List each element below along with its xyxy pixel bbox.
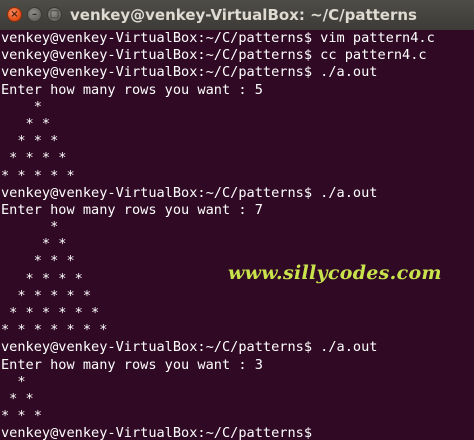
terminal-line: venkey@venkey-VirtualBox:~/C/patterns$ .… xyxy=(1,339,378,356)
terminal-line: Enter how many rows you want : 7 xyxy=(1,201,263,218)
terminal-line: * xyxy=(1,373,26,390)
terminal-line: * * * * * xyxy=(1,167,75,184)
terminal-line: * * * xyxy=(1,133,59,150)
terminal-line: * * xyxy=(1,236,67,253)
title-bar[interactable]: × – □ venkey@venkey-VirtualBox: ~/C/patt… xyxy=(0,0,474,31)
terminal-line: * * * * * xyxy=(1,287,92,304)
terminal-line: * * * xyxy=(1,408,42,425)
terminal-line: * * xyxy=(1,115,51,132)
terminal-line: venkey@venkey-VirtualBox:~/C/patterns$ c… xyxy=(1,47,427,64)
terminal-line: * * * * xyxy=(1,150,67,167)
terminal-output[interactable]: venkey@venkey-VirtualBox:~/C/patterns$ v… xyxy=(0,30,474,440)
terminal-window: × – □ venkey@venkey-VirtualBox: ~/C/patt… xyxy=(0,0,474,440)
terminal-line: venkey@venkey-VirtualBox:~/C/patterns$ v… xyxy=(1,30,435,46)
terminal-prompt-line: venkey@venkey-VirtualBox:~/C/patterns$ xyxy=(1,425,312,440)
terminal-line: venkey@venkey-VirtualBox:~/C/patterns$ .… xyxy=(1,64,378,81)
maximize-icon[interactable]: □ xyxy=(47,7,62,22)
minimize-icon[interactable]: – xyxy=(27,7,42,22)
terminal-line: Enter how many rows you want : 5 xyxy=(1,81,263,98)
terminal-line: Enter how many rows you want : 3 xyxy=(1,356,263,373)
terminal-line: * xyxy=(1,98,42,115)
watermark-text: www.sillycodes.com xyxy=(228,262,442,284)
terminal-line: * * * * * * xyxy=(1,305,100,321)
terminal-line: * * xyxy=(1,390,34,407)
terminal-line: * xyxy=(1,219,59,236)
window-title: venkey@venkey-VirtualBox: ~/C/patterns xyxy=(70,6,417,24)
terminal-line: venkey@venkey-VirtualBox:~/C/patterns$ .… xyxy=(1,184,378,201)
terminal-line: * * * * * * * xyxy=(1,322,108,339)
close-icon[interactable]: × xyxy=(7,7,22,22)
